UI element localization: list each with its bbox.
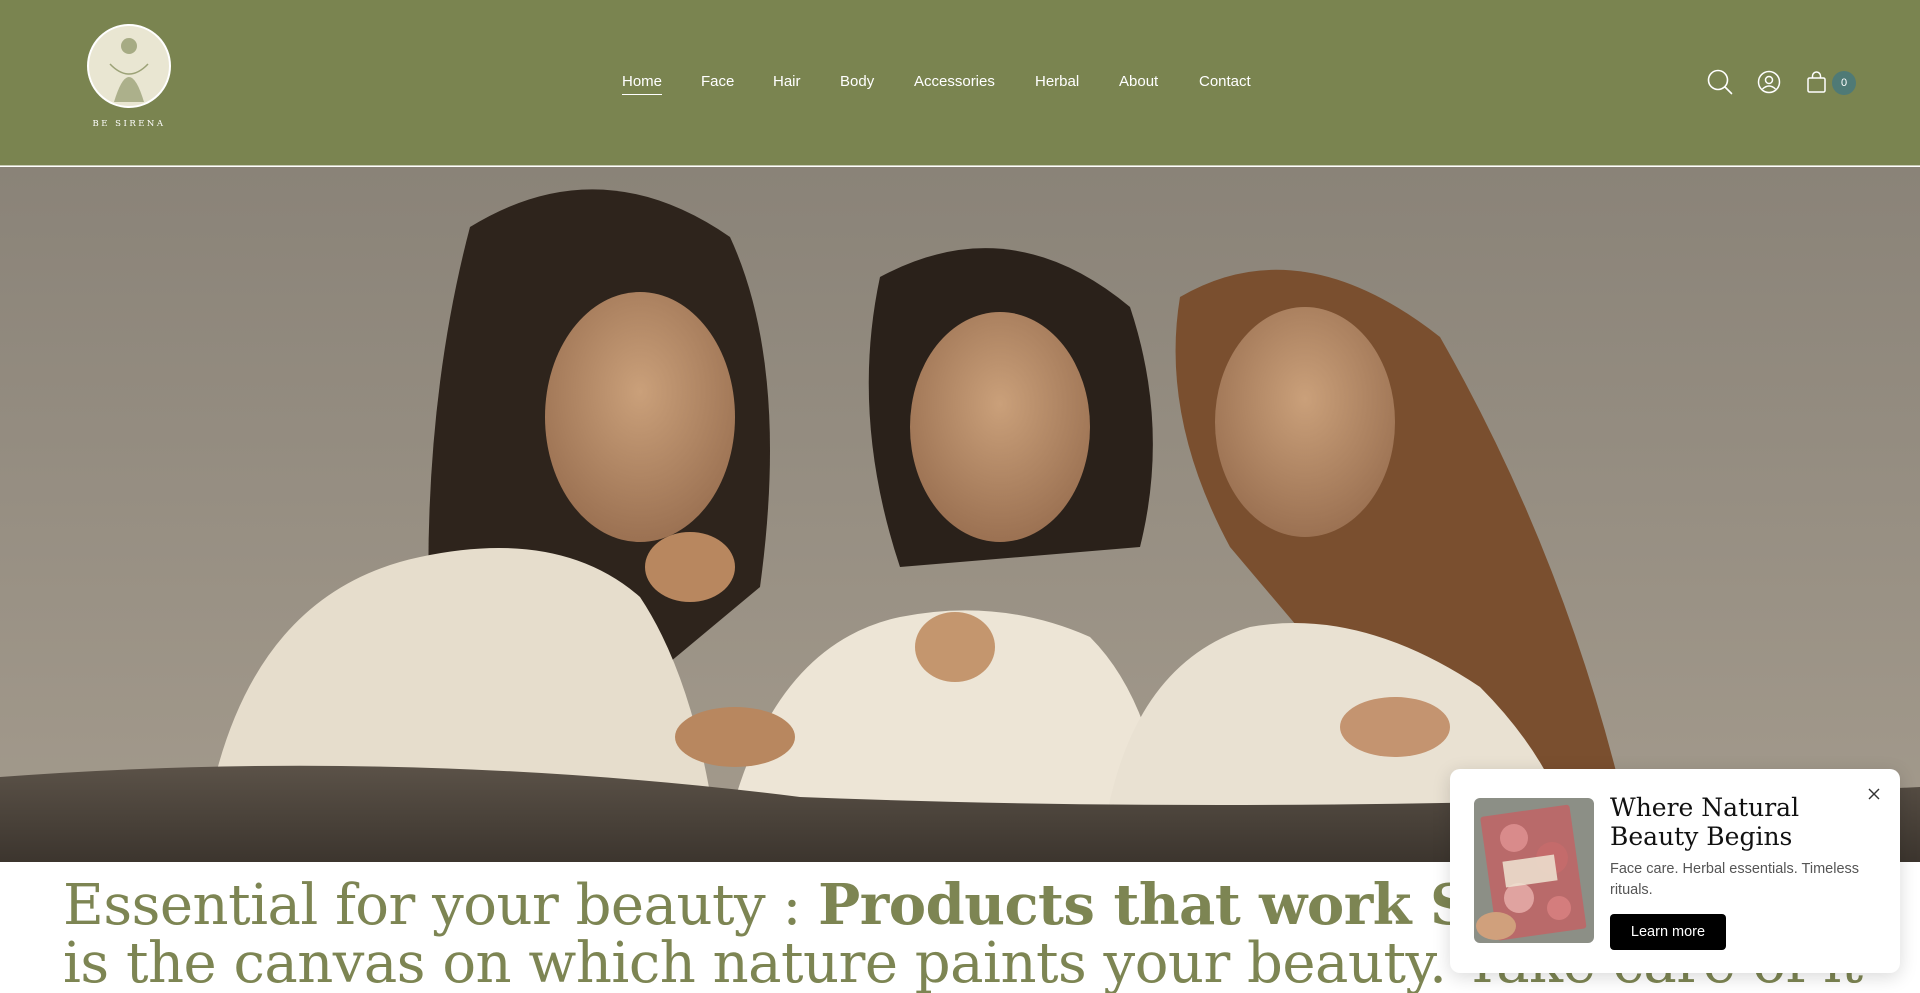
nav-about[interactable]: About [1119,72,1158,92]
popup-text: Face care. Herbal essentials. Timeless r… [1610,861,1860,898]
nav-accessories[interactable]: Accessories [914,72,995,92]
cart-count-badge[interactable]: 0 [1832,71,1856,95]
headline-part1: Essential for your beauty : [63,873,819,938]
learn-more-button[interactable]: Learn more [1610,914,1726,950]
nav-contact[interactable]: Contact [1199,72,1251,92]
nav-herbal[interactable]: Herbal [1035,72,1079,92]
search-icon[interactable] [1707,69,1733,95]
hero-image [0,167,1920,862]
close-icon[interactable] [1864,784,1884,804]
promo-popup: Where Natural Beauty Begins Face care. H… [1450,769,1900,973]
site-header: BE SIRENA Home Face Hair Body Accessorie… [0,0,1920,166]
nav-hair[interactable]: Hair [773,72,801,92]
nav-face[interactable]: Face [701,72,734,92]
nav-body[interactable]: Body [840,72,874,92]
bag-icon[interactable] [1804,69,1830,95]
popup-book-image [1474,798,1594,943]
main-nav: Home Face Hair Body Accessories Herbal A… [0,0,1920,166]
user-icon[interactable] [1756,69,1782,95]
nav-home[interactable]: Home [622,72,663,95]
popup-title: Where Natural Beauty Begins [1610,793,1800,851]
